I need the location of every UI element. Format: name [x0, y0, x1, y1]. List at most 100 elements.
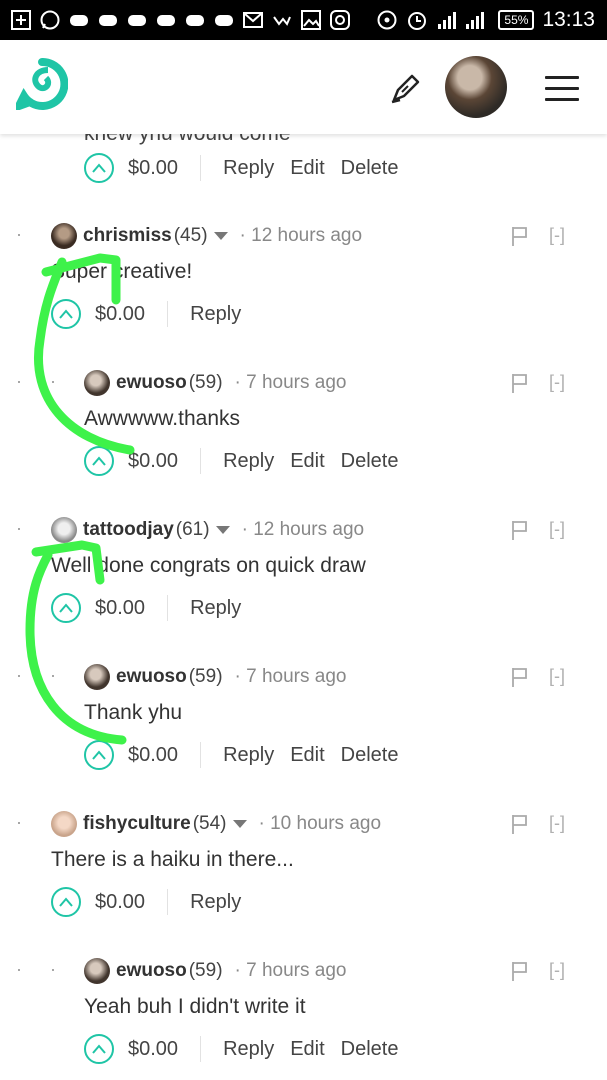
comment-actions: $0.00 Reply Edit Delete: [84, 1033, 414, 1065]
hotspot-icon: [377, 10, 397, 30]
comment-reputation: (59): [188, 372, 223, 393]
payout-amount[interactable]: $0.00: [95, 891, 145, 914]
comment-time-text: 7 hours ago: [246, 960, 347, 981]
chevron-down-icon[interactable]: [232, 820, 247, 828]
payout-amount[interactable]: $0.00: [128, 157, 178, 180]
comment-username[interactable]: fishyculture: [83, 813, 191, 835]
collapse-toggle[interactable]: [-]: [549, 813, 565, 834]
alarm-icon: [408, 12, 427, 30]
flag-icon[interactable]: [510, 960, 530, 982]
app-header: [0, 40, 607, 134]
comment-action-reply[interactable]: Reply: [190, 597, 241, 620]
user-avatar[interactable]: [445, 56, 507, 118]
flag-icon[interactable]: [510, 666, 530, 688]
comments-list: knew yhu would come $0.00 Reply Edit Delet…: [0, 134, 607, 1080]
upvote-button[interactable]: [84, 153, 114, 183]
divider: [200, 742, 202, 768]
upvote-button[interactable]: [84, 740, 114, 770]
comment-avatar[interactable]: [51, 517, 77, 543]
payout-amount[interactable]: $0.00: [128, 1038, 178, 1061]
flag-icon[interactable]: [510, 519, 530, 541]
upvote-button[interactable]: [51, 299, 81, 329]
comment-action-delete[interactable]: Delete: [341, 1038, 399, 1061]
comment-avatar[interactable]: [84, 958, 110, 984]
comment-avatar[interactable]: [84, 370, 110, 396]
divider: [200, 448, 202, 474]
flag-icon[interactable]: [510, 225, 530, 247]
instagram-icon: [330, 10, 350, 30]
flag-icon[interactable]: [510, 372, 530, 394]
payout-amount[interactable]: $0.00: [128, 744, 178, 767]
comment-timestamp[interactable]: · 12 hours ago: [240, 225, 363, 247]
comment-action-reply[interactable]: Reply: [190, 303, 241, 326]
chevron-up-icon: [59, 309, 73, 319]
comment-action-reply[interactable]: Reply: [223, 450, 274, 473]
divider: [167, 595, 169, 621]
comment-username[interactable]: ewuoso: [116, 666, 187, 688]
comment-action-reply[interactable]: Reply: [223, 744, 274, 767]
comment-avatar[interactable]: [51, 811, 77, 837]
comment-action-reply[interactable]: Reply: [190, 891, 241, 914]
comment-username[interactable]: ewuoso: [116, 960, 187, 982]
comment-avatar[interactable]: [51, 223, 77, 249]
comment-action-edit[interactable]: Edit: [290, 157, 324, 180]
thread-dot: ·: [16, 518, 22, 538]
pen-icon[interactable]: [388, 70, 424, 106]
speech-bubble-logo-icon[interactable]: [16, 58, 68, 110]
collapse-toggle[interactable]: [-]: [549, 666, 565, 687]
flag-icon[interactable]: [510, 813, 530, 835]
payout-amount[interactable]: $0.00: [128, 450, 178, 473]
hamburger-menu-icon[interactable]: [545, 76, 579, 102]
game-icon: [186, 15, 204, 26]
chevron-up-icon: [92, 750, 106, 760]
comment-body: Awwwww.thanks: [84, 407, 241, 430]
payout-amount[interactable]: $0.00: [95, 597, 145, 620]
thread-dot: ·: [16, 959, 22, 979]
comment-username[interactable]: chrismiss: [83, 225, 172, 247]
comment-action-edit[interactable]: Edit: [290, 450, 324, 473]
comment-avatar[interactable]: [84, 664, 110, 690]
comment-action-reply[interactable]: Reply: [223, 1038, 274, 1061]
comment-timestamp[interactable]: · 7 hours ago: [235, 372, 347, 394]
comment-timestamp[interactable]: · 10 hours ago: [259, 813, 382, 835]
collapse-toggle[interactable]: [-]: [549, 960, 565, 981]
comment-timestamp[interactable]: · 12 hours ago: [242, 519, 365, 541]
comment-username[interactable]: tattoodjay: [83, 519, 174, 541]
comment-reputation: (54): [192, 813, 227, 834]
upvote-button[interactable]: [51, 593, 81, 623]
payout-amount[interactable]: $0.00: [95, 303, 145, 326]
thread-dot: ·: [16, 812, 22, 832]
comment-reputation: (59): [188, 960, 223, 981]
comment-action-reply[interactable]: Reply: [223, 157, 274, 180]
comment-timestamp[interactable]: · 7 hours ago: [235, 960, 347, 982]
chevron-down-icon[interactable]: [215, 526, 230, 534]
thread-dot: ·: [16, 665, 22, 685]
comment-timestamp[interactable]: · 7 hours ago: [235, 666, 347, 688]
thread-dot: ·: [50, 959, 56, 979]
comment-body: Yeah buh I didn't write it: [84, 995, 306, 1018]
upvote-button[interactable]: [51, 887, 81, 917]
chevron-up-icon: [59, 897, 73, 907]
comment-actions: $0.00 Reply: [51, 298, 257, 330]
battery-indicator: 55%: [498, 10, 535, 30]
chevron-down-icon[interactable]: [213, 232, 228, 240]
game-icon: [215, 15, 233, 26]
game-icon: [157, 15, 175, 26]
comment-username[interactable]: ewuoso: [116, 372, 187, 394]
comment-action-delete[interactable]: Delete: [341, 157, 399, 180]
comment-action-delete[interactable]: Delete: [341, 450, 399, 473]
comment-time-text: 10 hours ago: [270, 813, 382, 834]
comment-body: Super creative!: [51, 260, 193, 283]
upvote-button[interactable]: [84, 446, 114, 476]
comment-action-edit[interactable]: Edit: [290, 744, 324, 767]
upvote-button[interactable]: [84, 1034, 114, 1064]
comment-action-delete[interactable]: Delete: [341, 744, 399, 767]
collapse-toggle[interactable]: [-]: [549, 519, 565, 540]
comment-action-edit[interactable]: Edit: [290, 1038, 324, 1061]
image-icon: [301, 10, 321, 30]
divider: [200, 155, 202, 181]
comment-time-text: 12 hours ago: [251, 225, 363, 246]
collapse-toggle[interactable]: [-]: [549, 372, 565, 393]
comment-header: ewuoso (59) · 7 hours ago: [84, 957, 347, 985]
collapse-toggle[interactable]: [-]: [549, 225, 565, 246]
